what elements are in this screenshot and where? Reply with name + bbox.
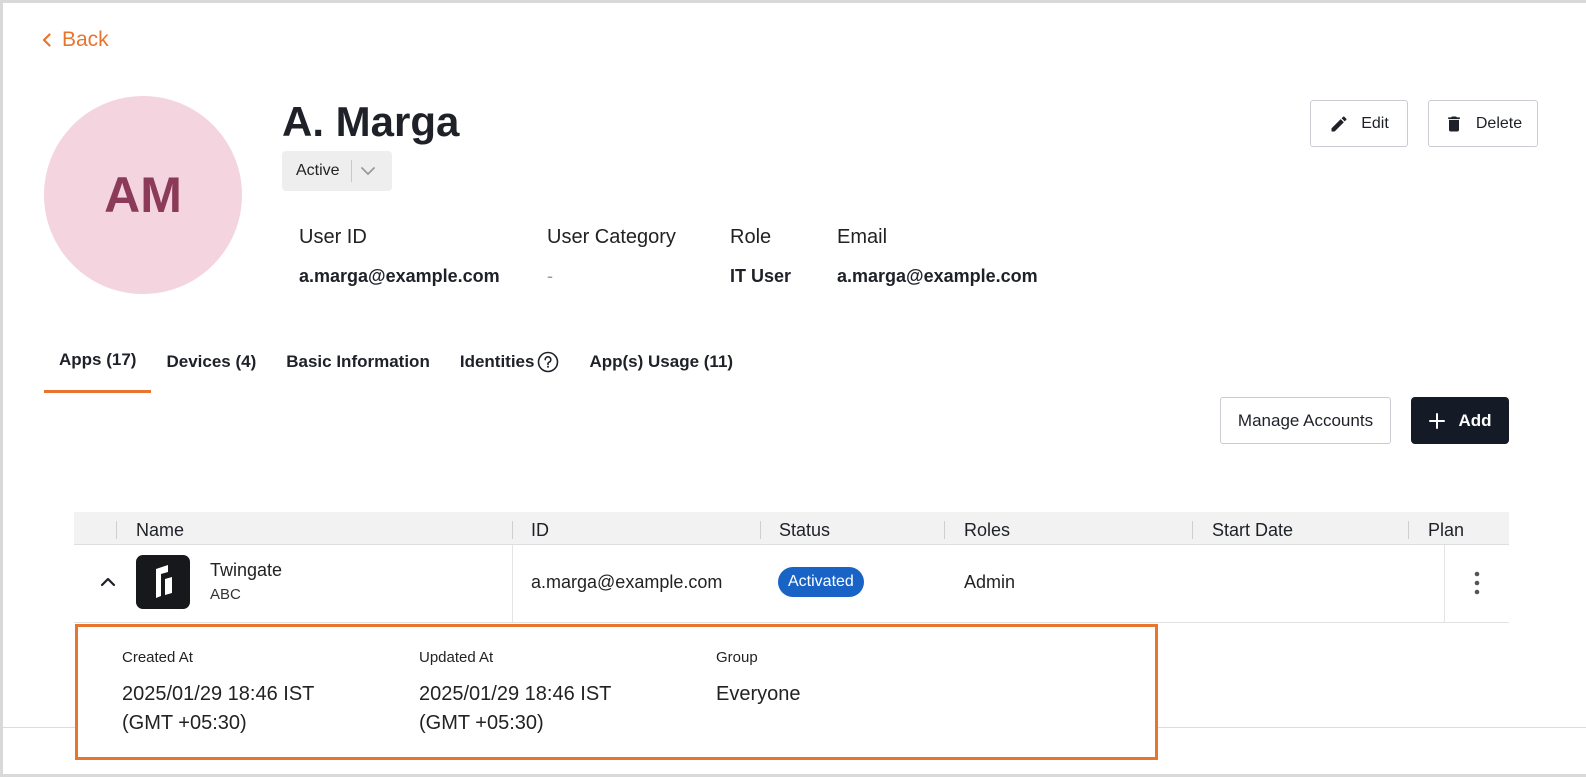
role-field: Role IT User: [730, 226, 791, 287]
user-category-field: User Category -: [547, 226, 676, 287]
table-header: Name ID Status Roles Start Date Plan: [74, 512, 1509, 545]
app-org: ABC: [210, 586, 241, 603]
delete-label: Delete: [1475, 114, 1523, 132]
user-id-label: User ID: [299, 226, 367, 248]
updated-at-date: 2025/01/29 18:46 IST: [419, 683, 612, 705]
column-separator: [760, 521, 761, 539]
account-id: a.marga@example.com: [531, 572, 723, 592]
edit-button[interactable]: Edit: [1310, 100, 1408, 147]
twingate-logo: [136, 555, 190, 609]
help-icon[interactable]: [537, 351, 559, 373]
tab-apps[interactable]: Apps (17): [44, 342, 152, 393]
app-name[interactable]: Twingate: [210, 560, 282, 581]
column-divider: [1444, 545, 1445, 622]
group-value: Everyone: [716, 683, 801, 705]
created-at-field: Created At 2025/01/29 18:46 IST (GMT +05…: [122, 649, 314, 738]
tab-label: Basic Information: [286, 351, 430, 371]
status-dropdown[interactable]: Active: [282, 151, 392, 191]
user-id-field: User ID a.marga@example.com: [299, 226, 500, 287]
chevron-up-icon[interactable]: [98, 572, 118, 592]
column-header-id[interactable]: ID: [531, 520, 549, 541]
created-at-label: Created At: [122, 649, 193, 666]
more-vertical-icon[interactable]: [1467, 570, 1487, 596]
tab-label: Devices (4): [166, 351, 257, 371]
tab-identities[interactable]: Identities: [445, 342, 575, 393]
tab-label: Apps (17): [59, 350, 137, 369]
user-category-label: User Category: [547, 226, 676, 248]
column-header-roles[interactable]: Roles: [964, 520, 1010, 541]
user-id-value: a.marga@example.com: [299, 266, 500, 286]
back-link[interactable]: Back: [40, 28, 109, 52]
updated-at-label: Updated At: [419, 649, 494, 666]
tab-label: Identities: [459, 351, 535, 371]
avatar-initials: AM: [104, 167, 182, 223]
tab-label: App(s) Usage (11): [589, 351, 734, 371]
edit-label: Edit: [1361, 114, 1389, 132]
user-category-value: -: [547, 266, 553, 286]
tab-app-usage[interactable]: App(s) Usage (11): [574, 342, 748, 393]
roles-value: Admin: [964, 572, 1016, 592]
delete-button[interactable]: Delete: [1428, 100, 1538, 147]
user-name: A. Marga: [282, 98, 460, 145]
table-row[interactable]: Twingate ABC a.marga@example.com Activat…: [74, 545, 1509, 623]
manage-accounts-button[interactable]: Manage Accounts: [1220, 397, 1391, 444]
column-separator: [116, 521, 117, 539]
row-details-panel: Created At 2025/01/29 18:46 IST (GMT +05…: [75, 624, 1158, 760]
chevron-down-icon: [360, 167, 375, 176]
twingate-logo-icon: [156, 565, 172, 598]
plus-icon: [1429, 412, 1446, 429]
created-at-value: 2025/01/29 18:46 IST (GMT +05:30): [122, 680, 314, 738]
role-label: Role: [730, 226, 772, 248]
column-divider: [512, 545, 513, 622]
column-header-status[interactable]: Status: [779, 520, 830, 541]
updated-at-field: Updated At 2025/01/29 18:46 IST (GMT +05…: [419, 649, 611, 738]
updated-at-value: 2025/01/29 18:46 IST (GMT +05:30): [419, 680, 611, 738]
email-value: a.marga@example.com: [837, 266, 1038, 286]
column-separator: [1192, 521, 1193, 539]
column-header-start-date[interactable]: Start Date: [1212, 520, 1293, 541]
avatar: AM: [44, 96, 242, 294]
tab-basic-information[interactable]: Basic Information: [271, 342, 445, 393]
updated-at-offset: (GMT +05:30): [419, 712, 544, 734]
add-label: Add: [1458, 410, 1492, 430]
email-field: Email a.marga@example.com: [837, 226, 1038, 287]
column-header-name[interactable]: Name: [136, 520, 184, 541]
status-value: Active: [296, 162, 340, 179]
column-header-plan[interactable]: Plan: [1428, 520, 1464, 541]
status-badge-label: Activated: [788, 573, 854, 590]
add-button[interactable]: Add: [1411, 397, 1509, 444]
column-separator: [1408, 521, 1409, 539]
created-at-date: 2025/01/29 18:46 IST: [122, 683, 315, 705]
status-divider: [350, 160, 352, 182]
column-separator: [512, 521, 513, 539]
email-label: Email: [837, 226, 888, 248]
manage-accounts-label: Manage Accounts: [1237, 410, 1374, 430]
pencil-icon: [1331, 115, 1347, 131]
group-field: Group Everyone: [716, 649, 801, 709]
status-badge: Activated: [778, 567, 864, 597]
chevron-left-icon: [42, 33, 51, 47]
created-at-offset: (GMT +05:30): [122, 712, 247, 734]
group-label: Group: [716, 649, 758, 666]
role-value: IT User: [730, 266, 792, 286]
back-label: Back: [62, 28, 109, 51]
trash-icon: [1448, 116, 1460, 131]
column-separator: [944, 521, 945, 539]
tab-devices[interactable]: Devices (4): [151, 342, 271, 393]
tab-bar: Apps (17) Devices (4) Basic Information …: [44, 342, 748, 393]
